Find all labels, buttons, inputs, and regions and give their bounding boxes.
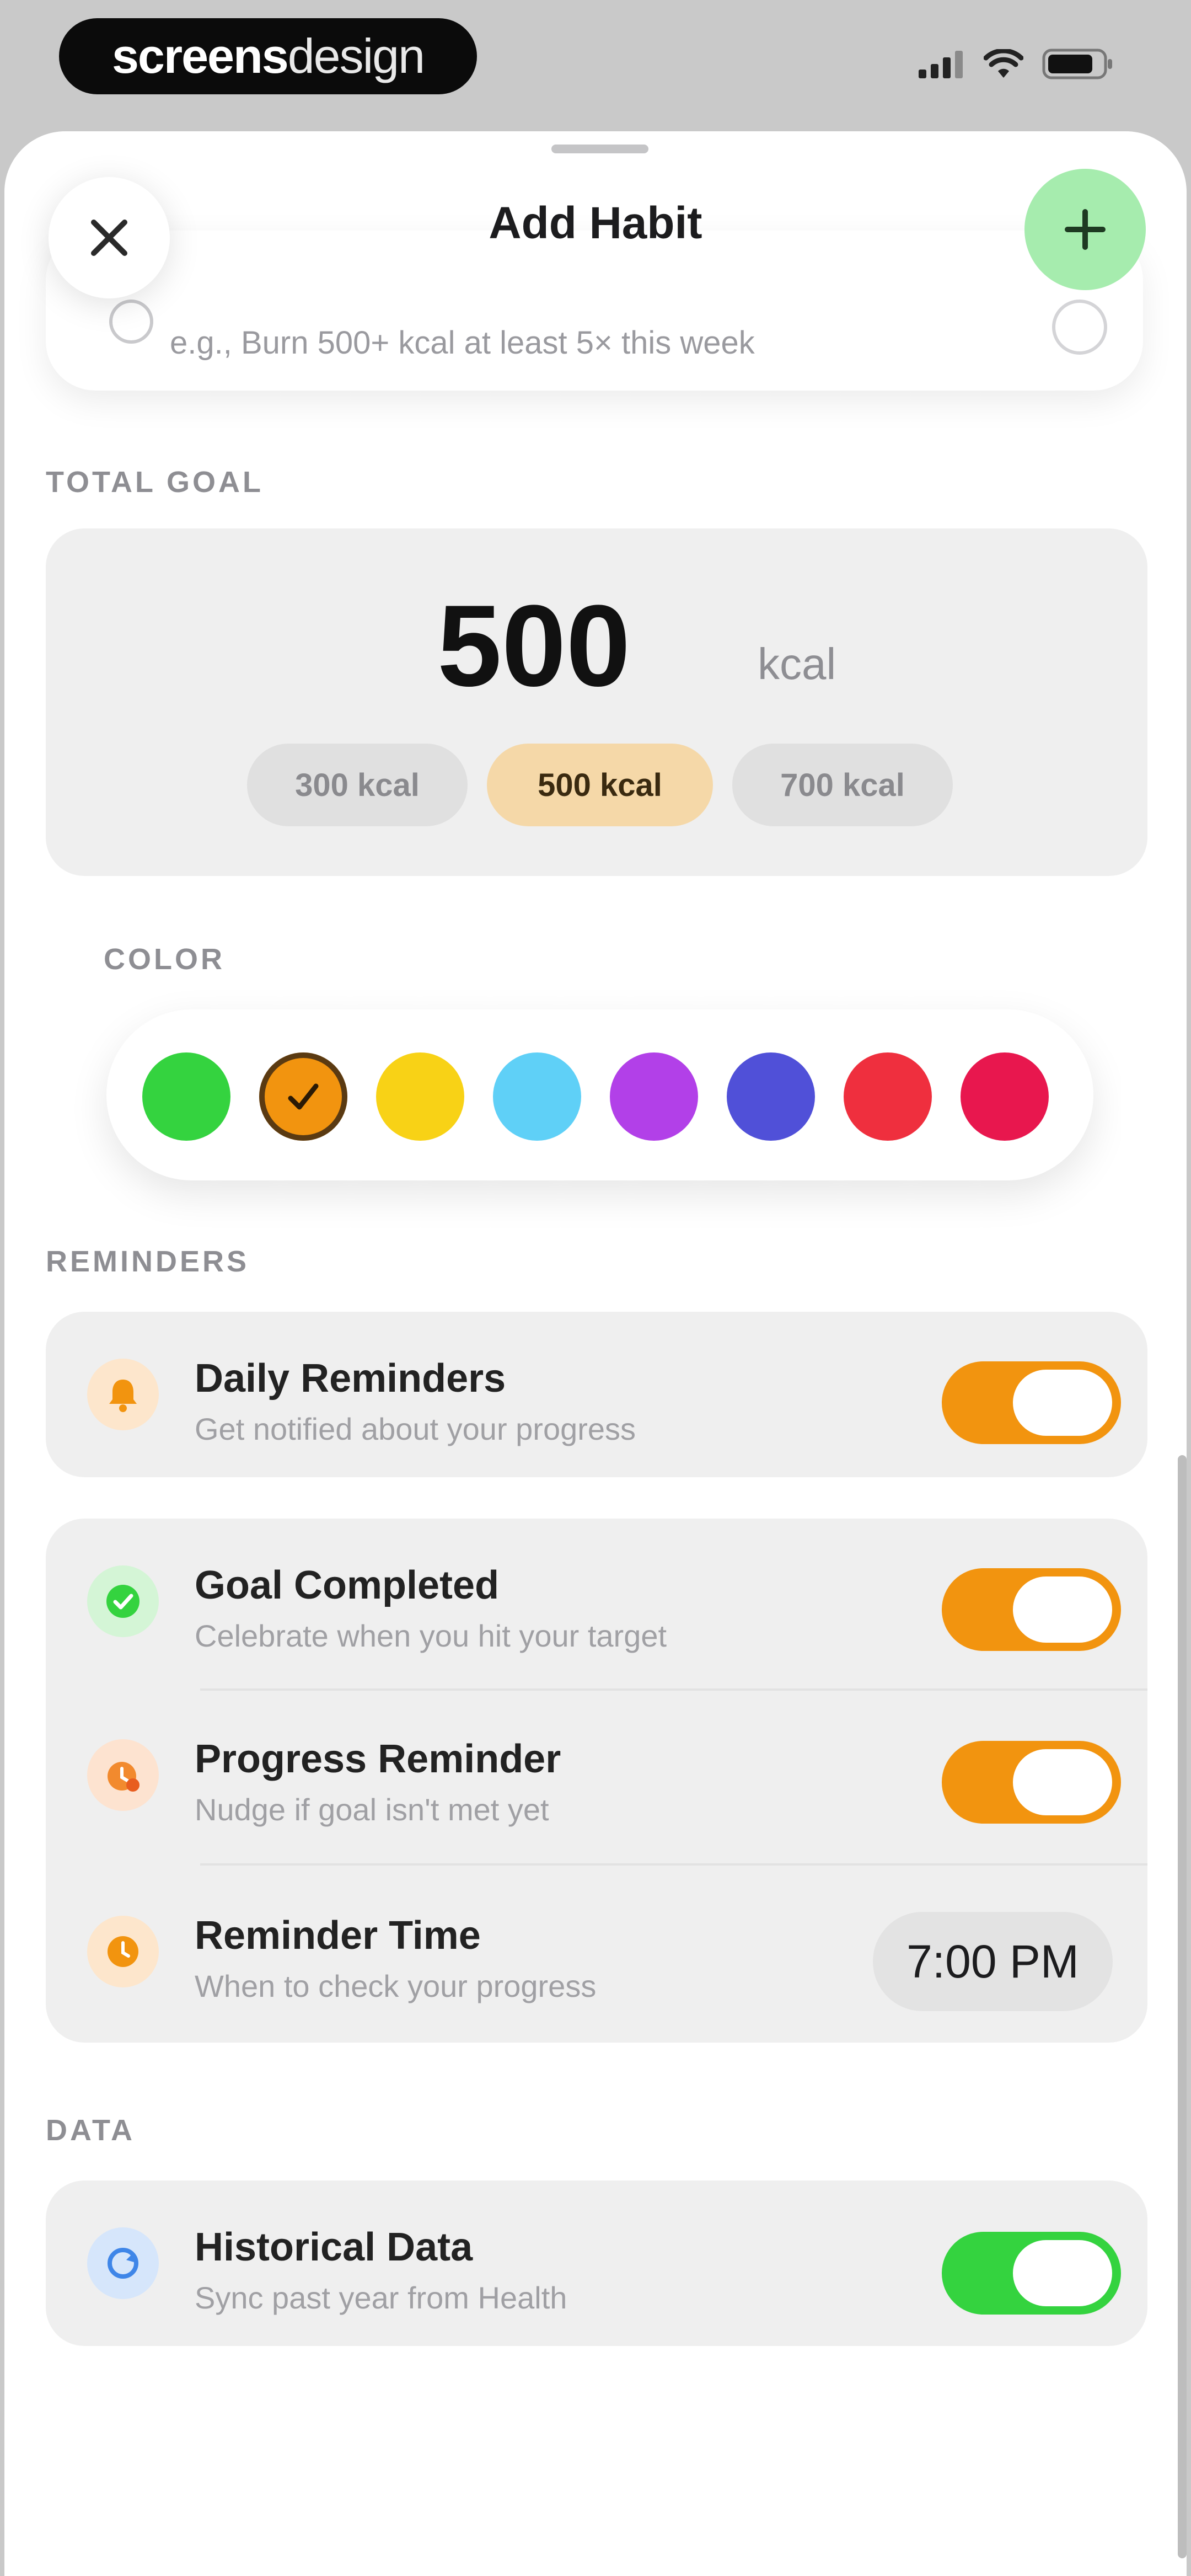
description-check-icon[interactable] <box>1052 300 1107 355</box>
goal-completed-subtitle: Celebrate when you hit your target <box>195 1618 667 1653</box>
divider <box>200 1688 1147 1691</box>
preset-chip-700[interactable]: 700 kcal <box>732 744 953 826</box>
reminder-time-title: Reminder Time <box>195 1914 481 1958</box>
description-icon <box>109 300 153 344</box>
data-label: DATA <box>46 2114 135 2147</box>
daily-reminders-toggle[interactable] <box>942 1361 1121 1444</box>
add-habit-sheet: e.g., Burn 500+ kcal at least 5× this we… <box>4 131 1187 2576</box>
goal-unit: kcal <box>758 639 836 688</box>
cellular-signal-icon <box>919 50 965 81</box>
description-card[interactable] <box>46 231 1143 391</box>
reminder-time-subtitle: When to check your progress <box>195 1969 597 2003</box>
checkmark-circle-icon <box>87 1565 159 1637</box>
sync-icon <box>87 2227 159 2299</box>
close-icon <box>91 220 127 256</box>
checkmark-icon <box>288 1083 319 1110</box>
color-swatch-red[interactable] <box>844 1052 932 1141</box>
color-swatch-light-blue[interactable] <box>493 1052 581 1141</box>
brand-bold-text: screens <box>111 29 289 83</box>
color-swatch-pink[interactable] <box>961 1052 1049 1141</box>
historical-data-subtitle: Sync past year from Health <box>195 2280 567 2315</box>
description-placeholder[interactable]: e.g., Burn 500+ kcal at least 5× this we… <box>170 324 755 361</box>
color-swatch-orange[interactable] <box>259 1052 347 1141</box>
color-swatch-yellow[interactable] <box>376 1052 464 1141</box>
page-title: Add Habit <box>489 198 702 248</box>
bell-icon <box>87 1359 159 1430</box>
add-habit-button[interactable] <box>1024 169 1146 290</box>
status-icons <box>919 48 1114 82</box>
divider <box>200 1863 1147 1866</box>
reminder-time-picker[interactable]: 7:00 PM <box>873 1912 1113 2011</box>
progress-reminder-toggle[interactable] <box>942 1741 1121 1824</box>
scrollbar[interactable] <box>1178 1455 1187 2558</box>
color-swatch-purple[interactable] <box>610 1052 698 1141</box>
progress-reminder-subtitle: Nudge if goal isn't met yet <box>195 1792 549 1827</box>
daily-reminders-subtitle: Get notified about your progress <box>195 1412 636 1446</box>
goal-completed-title: Goal Completed <box>195 1563 500 1607</box>
brand-watermark: screens design <box>59 18 477 94</box>
plus-icon <box>1065 209 1106 250</box>
preset-chip-500[interactable]: 500 kcal <box>487 744 713 826</box>
clock-icon <box>87 1916 159 1987</box>
goal-value[interactable]: 500 <box>437 579 630 713</box>
reminders-label: REMINDERS <box>46 1245 250 1278</box>
historical-data-title: Historical Data <box>195 2225 473 2269</box>
historical-data-toggle[interactable] <box>942 2232 1121 2315</box>
progress-reminder-title: Progress Reminder <box>195 1737 561 1781</box>
sheet-grabber[interactable] <box>551 145 648 153</box>
color-swatch-green[interactable] <box>142 1052 230 1141</box>
goal-completed-toggle[interactable] <box>942 1568 1121 1651</box>
color-picker <box>106 1009 1093 1180</box>
brand-light-text: design <box>287 29 425 83</box>
battery-icon <box>1042 49 1114 82</box>
wifi-icon <box>983 48 1024 82</box>
total-goal-label: TOTAL GOAL <box>46 466 264 499</box>
preset-chip-300[interactable]: 300 kcal <box>247 744 468 826</box>
color-swatch-indigo[interactable] <box>727 1052 815 1141</box>
close-button[interactable] <box>49 177 170 298</box>
color-label: COLOR <box>104 943 225 976</box>
daily-reminders-title: Daily Reminders <box>195 1356 506 1401</box>
timer-icon <box>87 1739 159 1811</box>
